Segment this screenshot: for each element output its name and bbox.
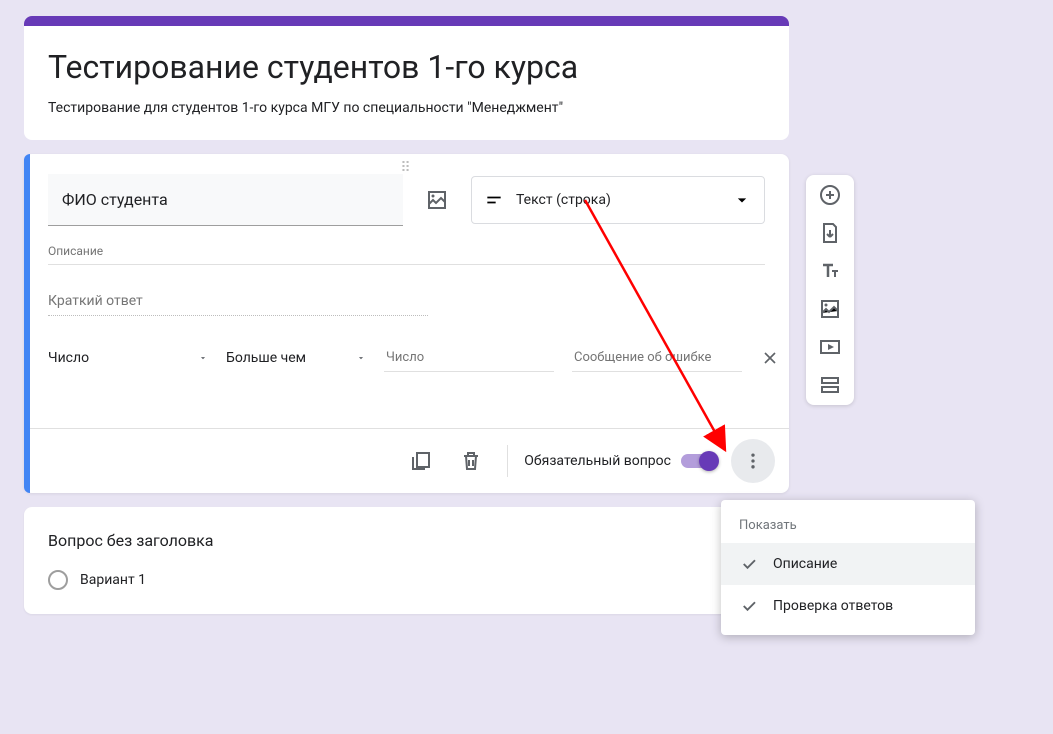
option-label: Вариант 1 xyxy=(80,572,146,588)
question2-option[interactable]: Вариант 1 xyxy=(48,570,765,590)
popup-title: Показать xyxy=(721,508,975,543)
short-answer-preview xyxy=(48,289,428,316)
validation-operator-select[interactable]: Больше чем xyxy=(226,342,366,375)
chevron-down-icon xyxy=(198,353,208,363)
image-icon xyxy=(425,188,449,212)
add-title-button[interactable] xyxy=(818,259,842,283)
text-icon xyxy=(818,259,842,283)
popup-item-label: Проверка ответов xyxy=(773,598,893,614)
required-toggle[interactable] xyxy=(681,454,717,468)
duplicate-button[interactable] xyxy=(401,441,441,481)
side-toolbar xyxy=(806,175,854,405)
video-icon xyxy=(818,335,842,359)
close-icon xyxy=(760,348,780,368)
question2-title: Вопрос без заголовка xyxy=(48,531,765,550)
add-video-button[interactable] xyxy=(818,335,842,359)
validation-row: Число Больше чем xyxy=(24,316,789,400)
import-questions-button[interactable] xyxy=(818,221,842,245)
radio-icon xyxy=(48,570,68,590)
form-title[interactable]: Тестирование студентов 1-го курса xyxy=(48,48,765,86)
validation-operator-label: Больше чем xyxy=(226,350,306,366)
validation-remove-button[interactable] xyxy=(760,340,780,376)
validation-rule-label: Число xyxy=(48,350,89,366)
chevron-down-icon xyxy=(732,190,752,210)
form-description[interactable]: Тестирование для студентов 1-го курса МГ… xyxy=(48,100,765,116)
question-description-input[interactable] xyxy=(48,240,765,265)
plus-circle-icon xyxy=(818,183,842,207)
more-options-button[interactable] xyxy=(731,439,775,483)
popup-item-description[interactable]: Описание xyxy=(721,543,975,585)
active-indicator xyxy=(24,154,30,493)
section-icon xyxy=(818,373,842,397)
add-section-button[interactable] xyxy=(818,373,842,397)
question-title-input[interactable] xyxy=(48,174,403,226)
question-type-dropdown[interactable]: Текст (строка) xyxy=(471,176,765,224)
import-icon xyxy=(818,221,842,245)
header-accent-bar xyxy=(24,16,789,26)
question-footer: Обязательный вопрос xyxy=(24,428,789,493)
validation-error-input[interactable] xyxy=(572,344,742,372)
question-type-label: Текст (строка) xyxy=(516,192,720,208)
validation-value-input[interactable] xyxy=(384,344,554,372)
add-image-toolbar-button[interactable] xyxy=(818,297,842,321)
question-card-2[interactable]: Вопрос без заголовка Вариант 1 xyxy=(24,507,789,614)
trash-icon xyxy=(459,449,483,473)
validation-rule-select[interactable]: Число xyxy=(48,342,208,375)
form-header-card: Тестирование студентов 1-го курса Тестир… xyxy=(24,16,789,140)
add-image-button[interactable] xyxy=(417,180,457,220)
copy-icon xyxy=(409,449,433,473)
popup-item-label: Описание xyxy=(773,556,837,572)
more-vert-icon xyxy=(743,451,763,471)
chevron-down-icon xyxy=(356,353,366,363)
toggle-knob xyxy=(699,451,719,471)
short-text-icon xyxy=(484,190,504,210)
question-card: ⠿ Текст (строка) Число xyxy=(24,154,789,493)
check-icon xyxy=(739,555,759,573)
required-label: Обязательный вопрос xyxy=(524,453,671,469)
image-icon xyxy=(818,297,842,321)
drag-handle-icon[interactable]: ⠿ xyxy=(24,154,789,174)
delete-button[interactable] xyxy=(451,441,491,481)
more-options-popup: Показать Описание Проверка ответов xyxy=(721,500,975,635)
check-icon xyxy=(739,597,759,615)
divider xyxy=(507,445,508,477)
add-question-button[interactable] xyxy=(818,183,842,207)
popup-item-validation[interactable]: Проверка ответов xyxy=(721,585,975,627)
